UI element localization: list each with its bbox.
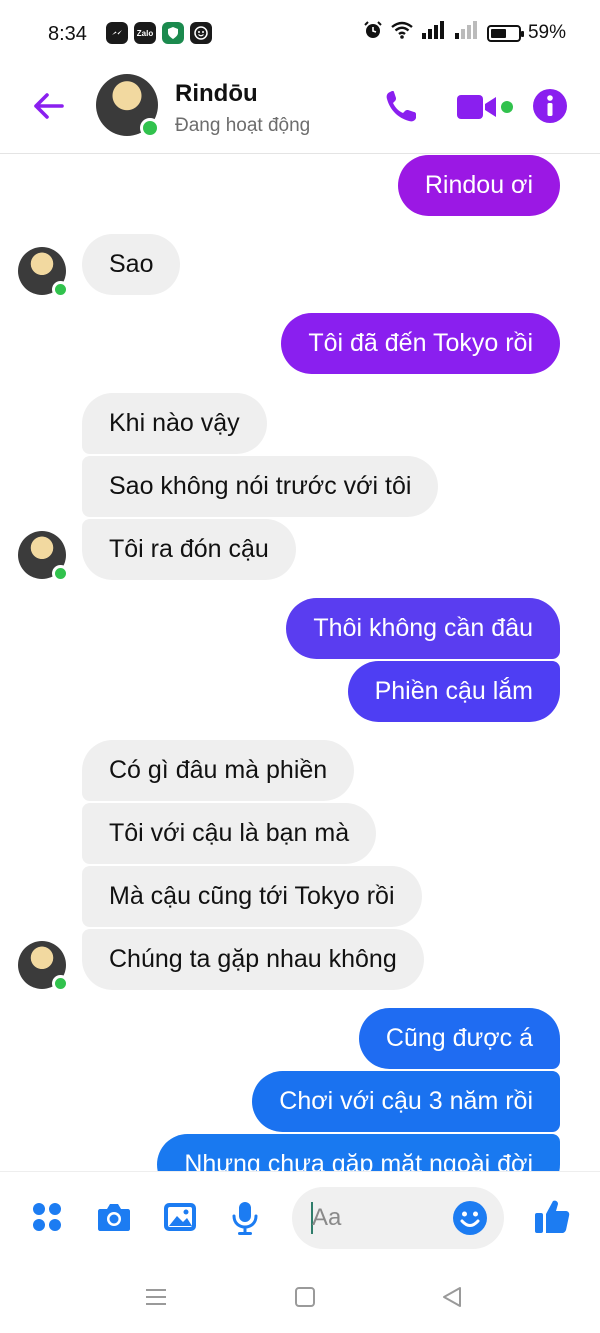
like-button[interactable] xyxy=(533,1197,570,1233)
message-incoming[interactable]: Chúng ta gặp nhau không xyxy=(82,929,424,990)
thumbs-up-icon xyxy=(535,1200,570,1233)
status-time: 8:34 xyxy=(48,23,87,45)
message-incoming[interactable]: Có gì đâu mà phiền xyxy=(82,740,355,801)
info-icon xyxy=(533,89,567,123)
zalo-icon: Zalo xyxy=(134,22,156,44)
sender-avatar[interactable] xyxy=(18,247,69,298)
messenger-icon xyxy=(106,22,128,44)
message-input[interactable] xyxy=(312,1199,442,1237)
wifi-icon xyxy=(390,21,414,45)
contact-name[interactable]: Rindōu xyxy=(175,80,258,108)
menu-nav-button[interactable] xyxy=(144,1285,168,1314)
more-actions-button[interactable] xyxy=(30,1200,64,1234)
smiley-app-icon xyxy=(190,22,212,44)
status-bar: 8:34 Zalo 59% xyxy=(0,0,600,66)
message-incoming[interactable]: Sao xyxy=(82,234,181,295)
voice-call-button[interactable] xyxy=(382,88,420,131)
message-list[interactable]: Rindou ơi Sao Tôi đã đến Tokyo rồi Khi n… xyxy=(0,155,600,1171)
microphone-icon xyxy=(232,1202,258,1235)
status-app-icons: Zalo xyxy=(106,22,212,44)
camera-button[interactable] xyxy=(96,1200,130,1234)
signal-weak-icon xyxy=(454,21,480,45)
message-outgoing[interactable]: Nhưng chưa gặp mặt ngoài đời xyxy=(157,1134,560,1171)
triangle-back-icon xyxy=(443,1287,461,1307)
online-indicator xyxy=(52,975,69,992)
battery-percent: 59% xyxy=(527,22,566,43)
gallery-button[interactable] xyxy=(162,1200,196,1234)
back-nav-button[interactable] xyxy=(440,1285,464,1314)
message-input-box[interactable] xyxy=(292,1187,504,1249)
info-button[interactable] xyxy=(532,88,568,129)
emoji-button[interactable] xyxy=(452,1200,488,1236)
chat-header: Rindōu Đang hoạt động xyxy=(0,66,600,154)
message-incoming[interactable]: Tôi với cậu là bạn mà xyxy=(82,803,377,864)
sender-avatar[interactable] xyxy=(18,941,69,992)
contact-status: Đang hoạt động xyxy=(175,115,311,136)
message-outgoing[interactable]: Thôi không cần đâu xyxy=(286,598,560,659)
message-outgoing[interactable]: Cũng được á xyxy=(358,1008,560,1069)
signal-icon xyxy=(421,21,447,45)
message-outgoing[interactable]: Rindou ơi xyxy=(397,155,560,216)
voice-message-button[interactable] xyxy=(228,1200,262,1235)
message-outgoing[interactable]: Chơi với cậu 3 năm rồi xyxy=(252,1071,560,1132)
online-indicator xyxy=(52,565,69,582)
system-navigation-bar xyxy=(0,1263,600,1333)
video-call-button[interactable] xyxy=(456,90,516,129)
message-incoming[interactable]: Sao không nói trước với tôi xyxy=(82,456,439,517)
camera-icon xyxy=(98,1204,130,1231)
vpn-shield-icon xyxy=(162,22,184,44)
online-indicator xyxy=(52,281,69,298)
video-camera-icon xyxy=(457,95,513,119)
message-outgoing[interactable]: Tôi đã đến Tokyo rồi xyxy=(281,313,560,374)
message-composer xyxy=(0,1171,600,1263)
alarm-icon xyxy=(363,20,383,46)
message-incoming[interactable]: Mà cậu cũng tới Tokyo rồi xyxy=(82,866,422,927)
contact-avatar[interactable] xyxy=(96,74,160,138)
sender-avatar[interactable] xyxy=(18,531,69,582)
square-icon xyxy=(295,1287,315,1307)
status-indicators: 59% xyxy=(363,20,566,46)
menu-icon xyxy=(146,1289,166,1305)
phone-icon xyxy=(386,91,416,122)
message-incoming[interactable]: Khi nào vậy xyxy=(82,393,267,454)
four-dots-icon xyxy=(33,1203,61,1231)
image-icon xyxy=(164,1203,196,1231)
smiley-icon xyxy=(453,1201,487,1235)
online-indicator xyxy=(140,118,160,138)
message-incoming[interactable]: Tôi ra đón cậu xyxy=(82,519,296,580)
home-nav-button[interactable] xyxy=(293,1285,317,1314)
back-button[interactable] xyxy=(28,86,68,126)
battery-icon xyxy=(486,24,524,42)
message-outgoing[interactable]: Phiền cậu lắm xyxy=(347,661,560,722)
back-arrow-icon xyxy=(34,93,64,119)
